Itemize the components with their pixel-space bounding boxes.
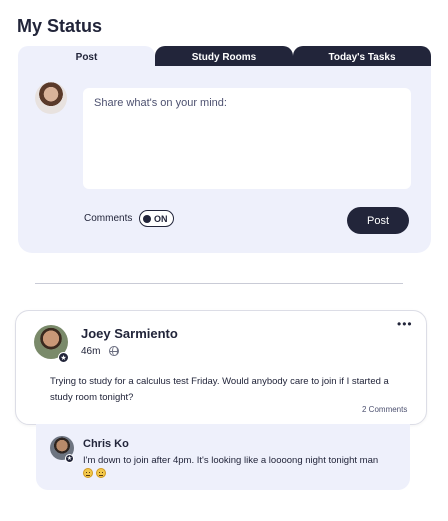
- comments-toggle-label: ON: [154, 213, 168, 224]
- comment-emoji-row: [83, 468, 106, 478]
- tired-face-emoji-icon: [83, 468, 93, 478]
- current-user-avatar: [35, 82, 67, 114]
- comment-count-link[interactable]: 2 Comments: [362, 405, 407, 414]
- comment-text: I'm down to join after 4pm. It's looking…: [83, 455, 379, 466]
- tired-face-emoji-icon: [96, 468, 106, 478]
- more-options-icon[interactable]: •••: [397, 317, 413, 331]
- share-input-placeholder: Share what's on your mind:: [94, 97, 227, 109]
- tab-study-rooms[interactable]: Study Rooms: [155, 46, 293, 68]
- post-body: Trying to study for a calculus test Frid…: [50, 376, 389, 403]
- post-button-label: Post: [366, 214, 389, 227]
- post-button[interactable]: Post: [347, 207, 409, 234]
- tab-todays-tasks[interactable]: Today's Tasks: [293, 46, 431, 68]
- tab-post-label: Post: [75, 51, 98, 63]
- star-badge-icon: ★: [65, 454, 74, 463]
- comments-toggle[interactable]: ON: [139, 210, 174, 227]
- comments-label: Comments: [84, 213, 133, 224]
- post-timestamp: 46m: [81, 346, 101, 357]
- tab-todays-tasks-label: Today's Tasks: [328, 51, 396, 63]
- tab-study-rooms-label: Study Rooms: [191, 51, 257, 63]
- star-badge-icon: ★: [58, 352, 69, 363]
- post-author-name[interactable]: Joey Sarmiento: [81, 326, 178, 341]
- my-status-page: My Status Post Study Rooms Today's Tasks…: [0, 0, 448, 521]
- globe-icon: [109, 346, 119, 356]
- comment-author-name[interactable]: Chris Ko: [83, 438, 129, 450]
- section-divider: [35, 283, 403, 284]
- page-title: My Status: [17, 16, 103, 36]
- share-input[interactable]: Share what's on your mind:: [83, 88, 411, 189]
- tab-post[interactable]: Post: [18, 46, 155, 68]
- toggle-knob-icon: [143, 214, 151, 223]
